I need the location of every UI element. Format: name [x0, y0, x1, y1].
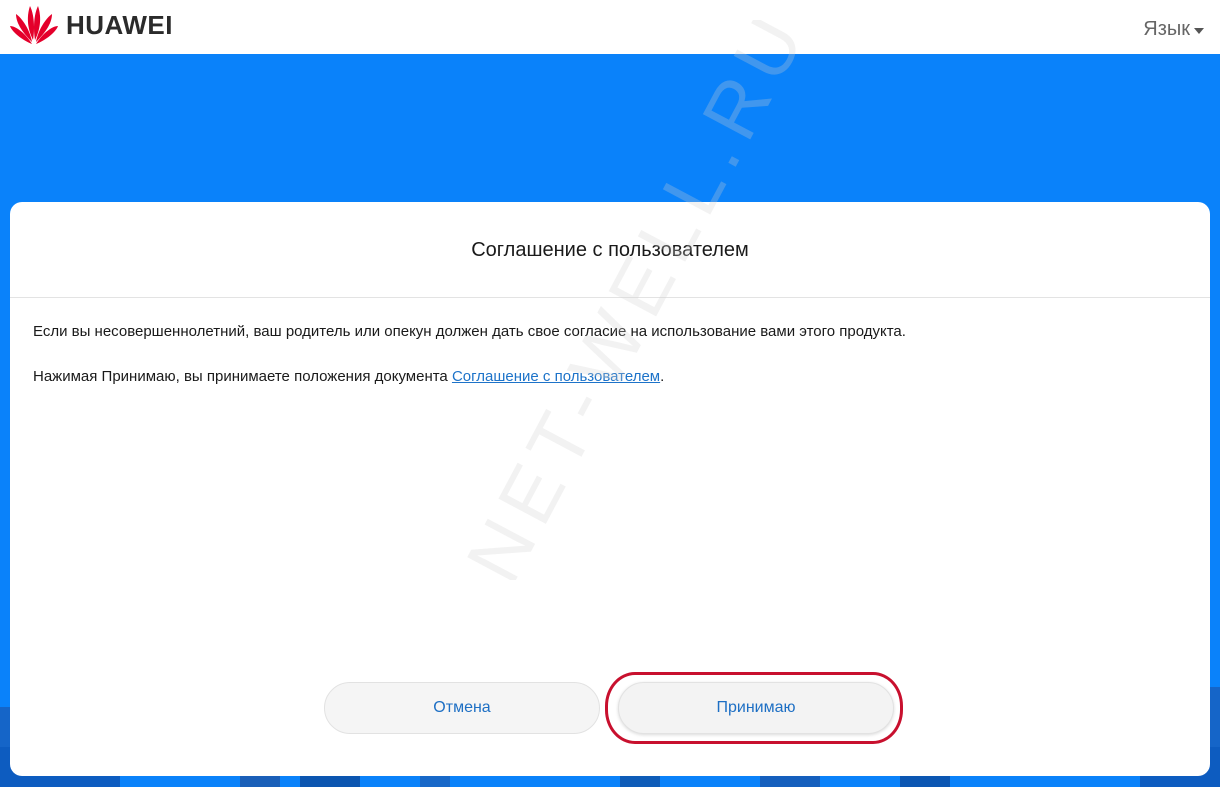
language-label: Язык — [1143, 18, 1190, 40]
user-agreement-dialog: Соглашение с пользователем Если вы несов… — [10, 202, 1210, 776]
divider — [10, 297, 1210, 298]
accept-button[interactable]: Принимаю — [618, 682, 894, 734]
top-bar: HUAWEI Язык — [0, 0, 1220, 54]
cancel-button[interactable]: Отмена — [324, 682, 600, 734]
dialog-title: Соглашение с пользователем — [471, 238, 749, 261]
agreement-statement: Нажимая Принимаю, вы принимаете положени… — [33, 368, 664, 385]
caret-down-icon — [1194, 27, 1204, 34]
language-dropdown[interactable]: Язык — [1143, 18, 1204, 41]
huawei-petal-logo-icon — [10, 6, 58, 44]
user-agreement-link[interactable]: Соглашение с пользователем — [452, 368, 660, 385]
agreement-statement-suffix: . — [660, 368, 665, 385]
agreement-statement-prefix: Нажимая Принимаю, вы принимаете положени… — [33, 368, 452, 385]
minor-consent-text: Если вы несовершеннолетний, ваш родитель… — [33, 323, 906, 340]
huawei-logo: HUAWEI — [8, 4, 173, 46]
brand-name: HUAWEI — [66, 9, 173, 40]
